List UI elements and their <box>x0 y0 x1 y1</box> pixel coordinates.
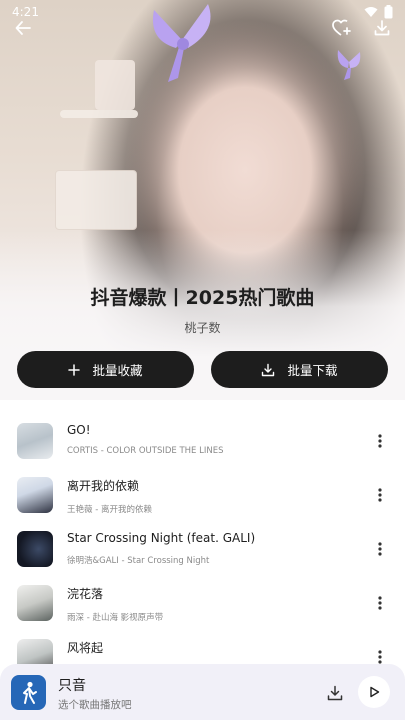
player-download-button[interactable] <box>323 681 347 705</box>
download-button[interactable] <box>368 14 396 42</box>
song-title: 浣花落 <box>67 587 104 601</box>
playlist-title: 抖音爆款丨2025热门歌曲 <box>90 287 315 309</box>
plus-icon <box>68 363 81 376</box>
playlist-cover-image <box>0 0 405 400</box>
song-list: GO! CORTIS - COLOR OUTSIDE THE LINES 离开我… <box>0 414 405 684</box>
song-more-button[interactable] <box>369 430 391 452</box>
song-artist-album: 雨深 - 赴山海 影视原声带 <box>67 613 164 623</box>
song-title: GO! <box>67 423 91 437</box>
song-artist-album: CORTIS - COLOR OUTSIDE THE LINES <box>67 446 224 456</box>
back-button[interactable] <box>9 14 37 42</box>
batch-collect-label: 批量收藏 <box>92 363 143 378</box>
batch-download-label: 批量下载 <box>287 363 338 378</box>
song-row[interactable]: Star Crossing Night (feat. GALI) 徐明浩&GAL… <box>0 522 405 576</box>
player-title: 只音 <box>58 678 86 694</box>
dancer-logo-icon <box>22 681 37 704</box>
song-cover-image <box>17 477 53 513</box>
background-shelf <box>60 110 138 118</box>
batch-collect-button[interactable]: 批量收藏 <box>17 351 194 388</box>
more-vertical-icon <box>378 434 382 448</box>
player-artwork <box>11 675 46 710</box>
song-title: 离开我的依赖 <box>67 479 140 493</box>
add-favorite-button[interactable] <box>328 14 356 42</box>
mini-player[interactable]: 只音 选个歌曲播放吧 <box>0 664 405 720</box>
arrow-left-icon <box>15 21 31 35</box>
song-more-button[interactable] <box>369 592 391 614</box>
song-row[interactable]: GO! CORTIS - COLOR OUTSIDE THE LINES <box>0 414 405 468</box>
song-info: 浣花落 雨深 - 赴山海 影视原声带 <box>67 585 355 623</box>
more-vertical-icon <box>378 542 382 556</box>
more-vertical-icon <box>378 488 382 502</box>
background-box <box>95 60 135 110</box>
download-icon <box>262 363 275 376</box>
song-artist-album: 徐明浩&GALI - Star Crossing Night <box>67 556 210 566</box>
batch-download-button[interactable]: 批量下载 <box>211 351 388 388</box>
song-more-button[interactable] <box>369 538 391 560</box>
song-info: 风将起 <box>67 639 355 665</box>
song-cover-image <box>17 423 53 459</box>
song-more-button[interactable] <box>369 484 391 506</box>
song-cover-image <box>17 585 53 621</box>
hair-bow-right <box>337 50 361 80</box>
more-vertical-icon <box>378 596 382 610</box>
song-info: GO! CORTIS - COLOR OUTSIDE THE LINES <box>67 423 355 456</box>
play-button[interactable] <box>358 676 390 708</box>
song-title: 风将起 <box>67 641 104 655</box>
download-icon <box>327 685 343 701</box>
background-cabinet <box>55 170 137 230</box>
song-row[interactable]: 离开我的依赖 王艳薇 - 离开我的依赖 <box>0 468 405 522</box>
song-info: 离开我的依赖 王艳薇 - 离开我的依赖 <box>67 477 355 515</box>
song-title: Star Crossing Night (feat. GALI) <box>67 531 256 545</box>
player-subtitle: 选个歌曲播放吧 <box>58 699 132 711</box>
playlist-author[interactable]: 桃子数 <box>0 319 405 336</box>
heart-plus-icon <box>332 19 351 36</box>
more-vertical-icon <box>378 650 382 664</box>
download-icon <box>374 20 390 36</box>
play-icon <box>370 686 380 698</box>
song-artist-album: 王艳薇 - 离开我的依赖 <box>67 505 152 515</box>
top-app-bar <box>0 14 405 42</box>
song-cover-image <box>17 531 53 567</box>
song-row[interactable]: 浣花落 雨深 - 赴山海 影视原声带 <box>0 576 405 630</box>
song-info: Star Crossing Night (feat. GALI) 徐明浩&GAL… <box>67 531 355 566</box>
